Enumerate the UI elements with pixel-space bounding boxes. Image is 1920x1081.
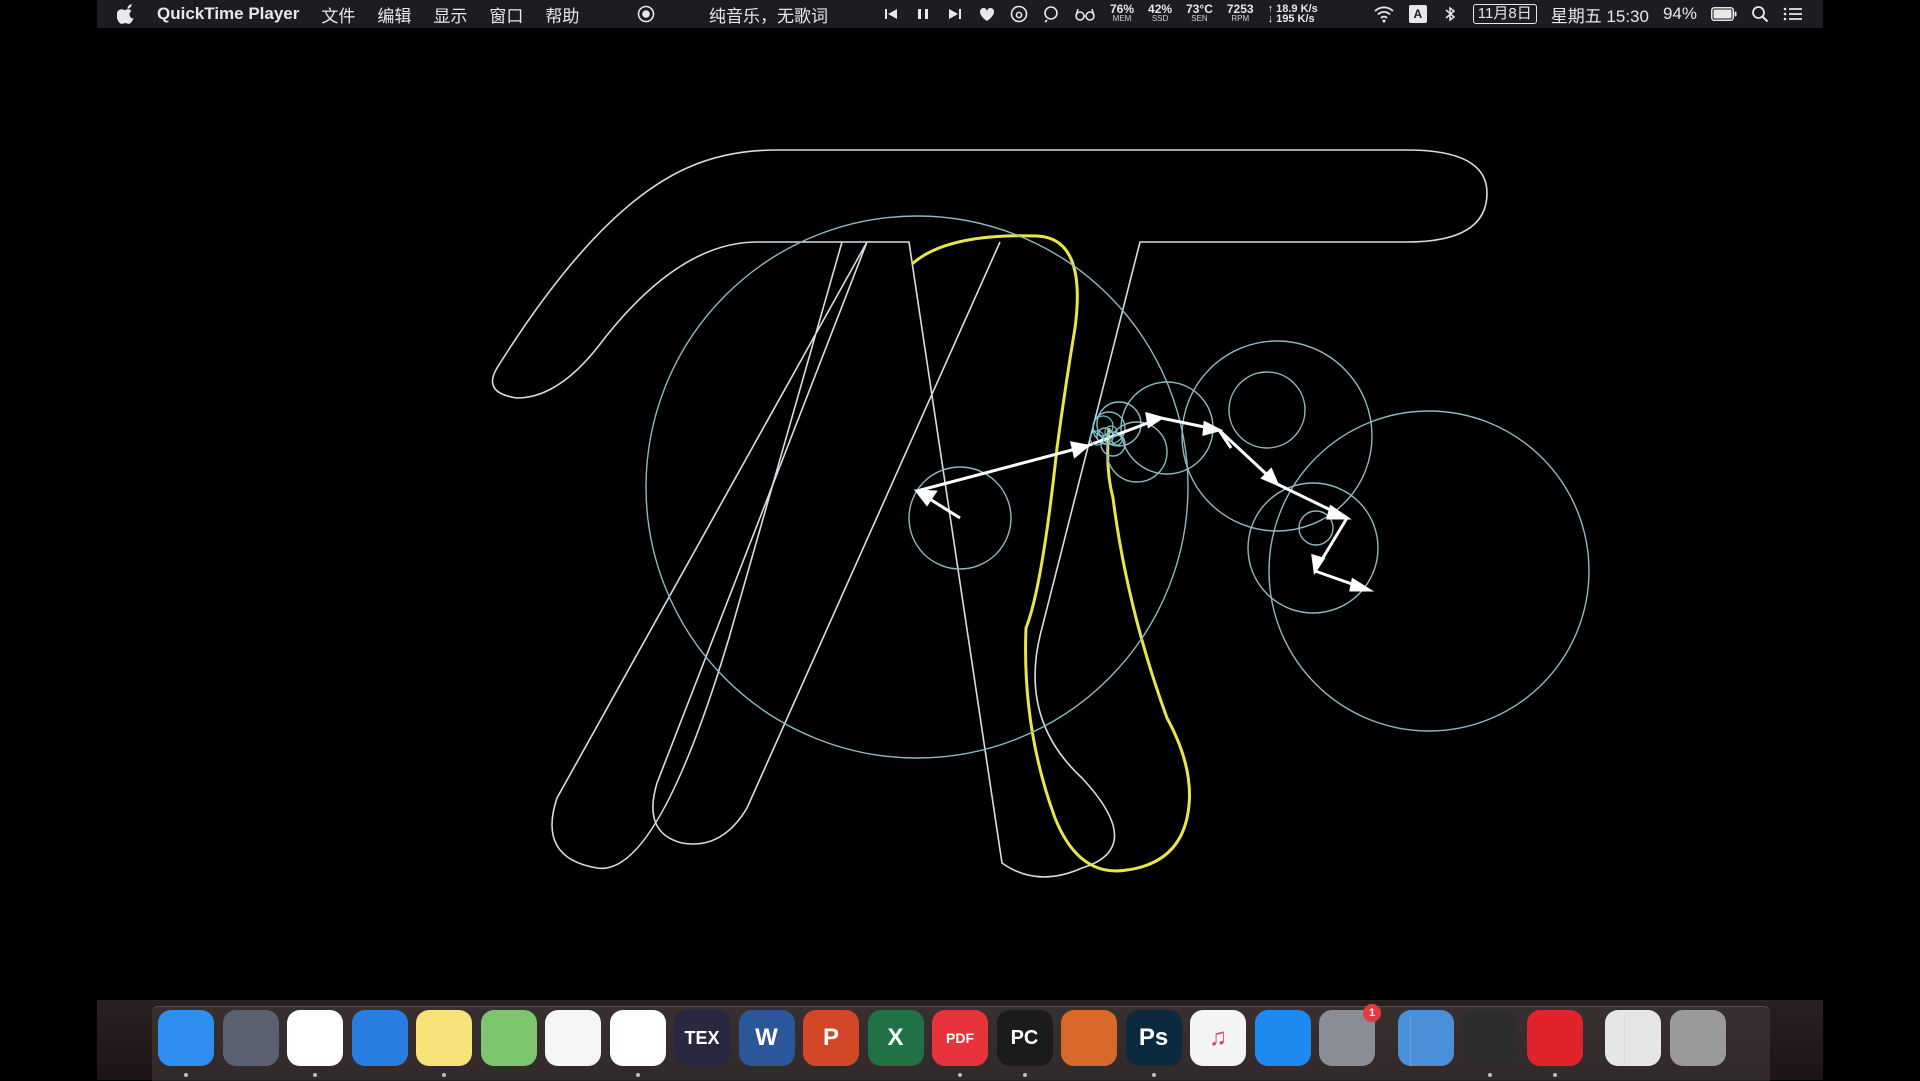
previous-track-icon[interactable] — [882, 5, 900, 23]
vector-arrowhead — [1311, 553, 1326, 576]
ssd-value: 42% — [1148, 2, 1173, 16]
dock-preview-icon[interactable] — [1397, 1010, 1454, 1066]
dock-itunes-label: ♫ — [1209, 1024, 1227, 1051]
epicycle-circle — [1106, 421, 1168, 483]
dock-word-label: W — [755, 1024, 778, 1051]
pi-left-stroke-outline — [652, 241, 1001, 845]
app-name-menu[interactable]: QuickTime Player — [157, 4, 299, 24]
dock-reminders-icon[interactable] — [545, 1010, 601, 1066]
dock-pdf-expert-icon[interactable]: PDF — [932, 1010, 988, 1066]
ssd-label: SSD — [1151, 14, 1169, 23]
vector-arrowhead — [1070, 441, 1091, 459]
running-indicator — [1552, 1073, 1557, 1077]
dock-divider — [1624, 1016, 1625, 1066]
search-lyrics-icon[interactable] — [1042, 5, 1060, 23]
running-indicator — [635, 1073, 640, 1077]
apple-icon[interactable] — [117, 4, 137, 24]
dock-matlab-icon[interactable] — [1061, 1010, 1117, 1066]
now-playing-text[interactable]: 纯音乐，无歌词 — [709, 2, 828, 27]
dock-documents-folder-icon[interactable] — [1605, 1010, 1661, 1066]
menu-file[interactable]: 文件 — [321, 2, 355, 27]
record-icon[interactable] — [637, 5, 655, 23]
running-indicator — [958, 1073, 962, 1077]
video-frame[interactable] — [97, 28, 1823, 998]
dock-powerpoint-icon[interactable]: P — [803, 1010, 859, 1066]
notification-center-icon[interactable] — [1783, 5, 1803, 23]
sensor-stat[interactable]: 73°C SEN — [1186, 2, 1213, 24]
heart-icon[interactable] — [978, 5, 996, 23]
ssd-stat[interactable]: 42% SSD — [1148, 2, 1173, 24]
vector-arrowhead — [1202, 420, 1224, 437]
next-track-icon[interactable] — [946, 5, 964, 23]
dock-launchpad-icon[interactable] — [222, 1010, 279, 1066]
dock-finder-icon[interactable] — [158, 1010, 214, 1066]
fan-value: 7253 — [1226, 2, 1254, 16]
dock-tex-icon[interactable]: TEX — [674, 1010, 730, 1066]
epicycle-vectors — [913, 411, 1375, 592]
netease-tray-icon[interactable] — [1010, 5, 1028, 23]
wifi-icon[interactable] — [1373, 5, 1395, 23]
dock-chrome-icon[interactable] — [287, 1010, 343, 1066]
menu-edit[interactable]: 编辑 — [377, 2, 411, 27]
dock-photoshop-label: Ps — [1138, 1024, 1169, 1051]
vector-arrowhead — [1145, 411, 1165, 429]
dock-excel-icon[interactable]: X — [867, 1010, 924, 1066]
memory-value: 76% — [1110, 2, 1135, 16]
menu-window[interactable]: 窗口 — [489, 2, 523, 27]
fourier-trace-path — [911, 234, 1191, 873]
running-indicator — [1488, 1073, 1492, 1077]
running-indicator — [1022, 1073, 1027, 1077]
menu-bar: QuickTime Player 文件 编辑 显示 窗口 帮助 纯音乐，无歌词 … — [97, 0, 1823, 28]
running-indicator — [1151, 1073, 1156, 1077]
battery-percent: 94% — [1662, 4, 1697, 23]
dock-quicktime-icon[interactable] — [1462, 1010, 1518, 1066]
sensor-value: 73°C — [1186, 2, 1213, 16]
fan-label: RPM — [1231, 14, 1250, 23]
dock-pycharm-icon[interactable]: PC — [996, 1010, 1053, 1066]
running-indicator — [184, 1073, 188, 1077]
dock-maps-icon[interactable] — [480, 1010, 537, 1066]
dock-safari-icon[interactable] — [351, 1010, 408, 1066]
dock-word-icon[interactable]: W — [738, 1010, 795, 1066]
glasses-icon[interactable] — [1074, 5, 1096, 23]
sensor-label: SEN — [1191, 14, 1208, 23]
running-indicator — [442, 1073, 446, 1077]
running-indicator — [313, 1073, 317, 1077]
dock-netease-music-icon[interactable] — [1526, 1010, 1583, 1066]
date-display[interactable]: 11月8日 — [1472, 4, 1537, 24]
dock-baidu-netdisk-icon[interactable] — [609, 1010, 666, 1066]
bluetooth-icon[interactable] — [1441, 5, 1459, 23]
dock-pycharm-label: PC — [1010, 1026, 1039, 1049]
dock-tex-label: TEX — [684, 1027, 720, 1048]
epicycle-circles — [645, 215, 1590, 759]
dock-app-store-icon[interactable] — [1254, 1010, 1311, 1066]
dock-excel-label: X — [887, 1024, 904, 1051]
dock-itunes-icon[interactable]: ♫ — [1190, 1010, 1246, 1066]
battery-icon[interactable] — [1711, 7, 1737, 21]
dock-powerpoint-label: P — [822, 1024, 839, 1051]
dock-divider — [1410, 1016, 1411, 1066]
dock-notes-icon[interactable] — [416, 1010, 472, 1066]
net-down-text: 195 K/s — [1276, 13, 1315, 25]
memory-stat[interactable]: 76% MEM — [1110, 2, 1135, 24]
dock-system-preferences-icon[interactable]: 1 — [1319, 1004, 1381, 1066]
dock-trash-icon[interactable] — [1669, 1010, 1726, 1066]
clock-display[interactable]: 星期五 15:30 — [1551, 2, 1649, 27]
epicycle-cluster — [1089, 415, 1123, 446]
memory-label: MEM — [1112, 14, 1132, 23]
network-stat[interactable]: ↑ 18.9 K/s ↓ 195 K/s — [1267, 4, 1318, 25]
epicycle-circle — [1228, 371, 1306, 449]
spotlight-search-icon[interactable] — [1751, 5, 1769, 23]
menu-help[interactable]: 帮助 — [545, 2, 579, 27]
dock-pdf-expert-label: PDF — [946, 1030, 974, 1046]
input-method-indicator[interactable]: A — [1408, 5, 1427, 23]
net-down-value: ↓ 195 K/s — [1267, 13, 1315, 25]
fan-stat[interactable]: 7253 RPM — [1226, 2, 1254, 24]
notification-badge: 1 — [1363, 1004, 1381, 1022]
menu-view[interactable]: 显示 — [433, 2, 467, 27]
pause-icon[interactable] — [914, 5, 932, 23]
dock-photoshop-icon[interactable]: Ps — [1125, 1010, 1182, 1066]
